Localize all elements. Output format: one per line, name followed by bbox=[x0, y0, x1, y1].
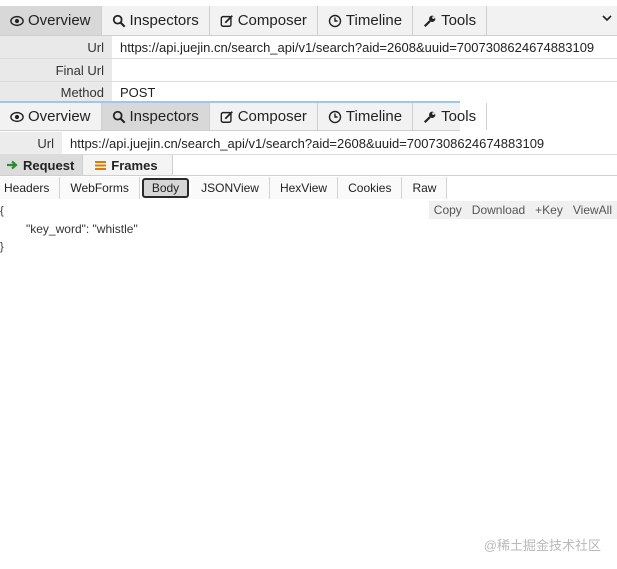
tab-label: Overview bbox=[28, 12, 91, 29]
tab-label: Timeline bbox=[345, 108, 403, 125]
url-label: Url bbox=[0, 36, 112, 58]
edit-icon bbox=[220, 14, 233, 27]
url-label: Url bbox=[0, 132, 62, 154]
subtab-hexview[interactable]: HexView bbox=[269, 177, 339, 199]
overview-url-row: Url https://api.juejin.cn/search_api/v1/… bbox=[0, 36, 617, 59]
request-body[interactable]: { "key_word": "whistle" } bbox=[0, 203, 138, 255]
request-frames-bar: Request Frames bbox=[0, 155, 617, 176]
final-url-label: Final Url bbox=[0, 59, 112, 81]
main-tab-bar: Overview Inspectors Composer Timeline To… bbox=[0, 6, 617, 36]
tab-overview[interactable]: Overview bbox=[0, 6, 102, 35]
body-line: "key_word": "whistle" bbox=[26, 222, 138, 236]
search-icon bbox=[112, 110, 125, 123]
download-button[interactable]: Download bbox=[467, 201, 530, 219]
subtab-headers[interactable]: Headers bbox=[0, 177, 61, 199]
chevron-down-icon[interactable] bbox=[601, 12, 613, 24]
tab-timeline[interactable]: Timeline bbox=[318, 103, 414, 130]
overview-method-row: Method POST bbox=[0, 82, 617, 103]
subtab-webforms[interactable]: WebForms bbox=[60, 177, 140, 199]
tab-label: Inspectors bbox=[129, 12, 199, 29]
tab-tools[interactable]: Tools bbox=[413, 103, 488, 130]
tab-label: Composer bbox=[237, 12, 307, 29]
tab-label: Timeline bbox=[345, 12, 403, 29]
clock-icon bbox=[328, 14, 342, 27]
search-icon bbox=[112, 14, 125, 27]
tab-label: Overview bbox=[28, 108, 91, 125]
arrow-right-icon bbox=[7, 160, 18, 170]
wrench-icon bbox=[424, 111, 436, 123]
method-value[interactable]: POST bbox=[112, 82, 155, 103]
copy-button[interactable]: Copy bbox=[429, 201, 467, 219]
tab-frames[interactable]: Frames bbox=[83, 155, 173, 175]
url-value[interactable]: https://api.juejin.cn/search_api/v1/sear… bbox=[112, 36, 594, 58]
tab-inspectors[interactable]: Inspectors bbox=[101, 103, 210, 130]
tab-label: Composer bbox=[237, 108, 307, 125]
tab-inspectors[interactable]: Inspectors bbox=[102, 6, 210, 35]
method-label: Method bbox=[0, 82, 112, 103]
edit-icon bbox=[220, 110, 233, 123]
subtab-body[interactable]: Body bbox=[141, 178, 190, 198]
tab-overview[interactable]: Overview bbox=[0, 103, 102, 130]
tab-request[interactable]: Request bbox=[0, 155, 84, 175]
overview-final-url-row: Final Url bbox=[0, 59, 617, 82]
final-url-value[interactable] bbox=[112, 59, 120, 81]
subtab-jsonview[interactable]: JSONView bbox=[191, 177, 270, 199]
frames-label: Frames bbox=[111, 157, 158, 173]
body-line: } bbox=[0, 241, 4, 253]
inspector-subtabs: Headers WebForms Body JSONView HexView C… bbox=[0, 177, 448, 199]
subtab-cookies[interactable]: Cookies bbox=[338, 177, 403, 199]
tab-label: Tools bbox=[441, 12, 477, 29]
url-value[interactable]: https://api.juejin.cn/search_api/v1/sear… bbox=[62, 132, 544, 154]
tab-tools[interactable]: Tools bbox=[413, 6, 488, 35]
tab-label: Inspectors bbox=[129, 108, 199, 125]
inner-tab-bar: Overview Inspectors Composer Timeline To… bbox=[0, 103, 488, 131]
eye-icon bbox=[10, 15, 24, 26]
tab-composer[interactable]: Composer bbox=[210, 6, 318, 35]
body-line: { bbox=[0, 205, 4, 217]
tab-label: Tools bbox=[441, 108, 477, 125]
eye-icon bbox=[10, 111, 24, 122]
subtab-raw[interactable]: Raw bbox=[402, 177, 448, 199]
tab-timeline[interactable]: Timeline bbox=[318, 6, 414, 35]
add-key-button[interactable]: +Key bbox=[530, 201, 568, 219]
tab-composer[interactable]: Composer bbox=[210, 103, 318, 130]
clock-icon bbox=[328, 110, 342, 123]
list-icon bbox=[95, 160, 107, 170]
view-all-button[interactable]: ViewAll bbox=[568, 201, 617, 219]
watermark: @稀土掘金技术社区 bbox=[483, 538, 601, 553]
wrench-icon bbox=[424, 15, 436, 27]
inspector-url-row: Url https://api.juejin.cn/search_api/v1/… bbox=[0, 132, 617, 155]
body-actions: Copy Download +Key ViewAll bbox=[428, 201, 617, 219]
request-label: Request bbox=[23, 157, 75, 173]
